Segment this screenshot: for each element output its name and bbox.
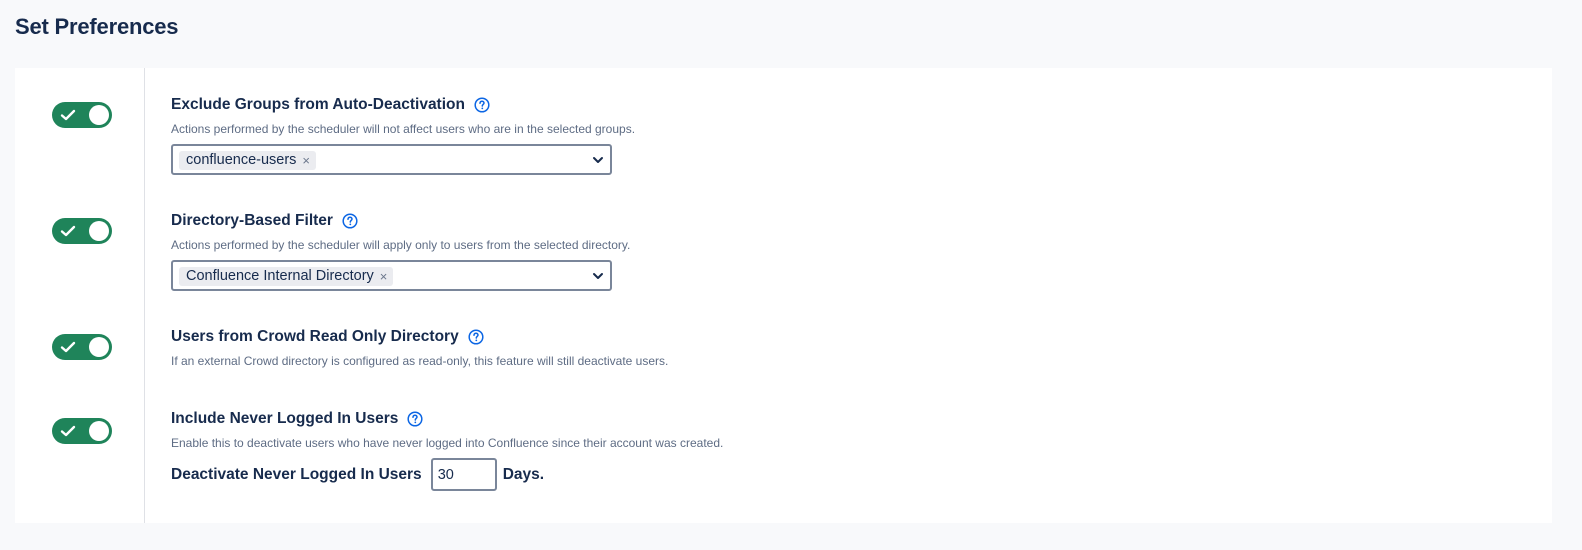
directory-filter-toggle[interactable] xyxy=(52,218,112,244)
selected-group-label: confluence-users xyxy=(186,152,297,168)
check-icon xyxy=(60,341,76,353)
check-icon xyxy=(60,109,76,121)
exclude-groups-select[interactable]: confluence-users × xyxy=(171,144,612,175)
preferences-panel: Exclude Groups from Auto-Deactivation Ac… xyxy=(15,68,1552,523)
selected-directory-label: Confluence Internal Directory xyxy=(186,268,374,284)
crowd-read-only-title: Users from Crowd Read Only Directory xyxy=(171,328,459,345)
exclude-groups-section: Exclude Groups from Auto-Deactivation Ac… xyxy=(171,96,635,175)
deactivate-days-label: Deactivate Never Logged In Users xyxy=(171,465,422,483)
selected-group-tag: confluence-users × xyxy=(179,151,317,170)
directory-filter-select[interactable]: Confluence Internal Directory × xyxy=(171,260,612,291)
toggle-knob xyxy=(89,221,109,241)
exclude-groups-toggle[interactable] xyxy=(52,102,112,128)
exclude-groups-description: Actions performed by the scheduler will … xyxy=(171,122,636,136)
chevron-down-icon[interactable] xyxy=(592,154,604,166)
check-icon xyxy=(60,225,76,237)
crowd-read-only-description: If an external Crowd directory is config… xyxy=(171,354,669,368)
chevron-down-icon[interactable] xyxy=(592,270,604,282)
selected-directory-tag: Confluence Internal Directory × xyxy=(179,267,394,286)
remove-tag-icon[interactable]: × xyxy=(302,151,310,170)
toggle-knob xyxy=(89,337,109,357)
crowd-read-only-section: Users from Crowd Read Only Directory If … xyxy=(171,328,668,368)
help-icon[interactable] xyxy=(407,411,423,427)
never-logged-in-section: Include Never Logged In Users Enable thi… xyxy=(171,410,723,491)
directory-filter-title: Directory-Based Filter xyxy=(171,212,333,229)
help-icon[interactable] xyxy=(474,97,490,113)
never-logged-in-description: Enable this to deactivate users who have… xyxy=(171,436,724,450)
directory-filter-description: Actions performed by the scheduler will … xyxy=(171,238,631,252)
days-suffix: Days. xyxy=(502,465,545,483)
exclude-groups-title: Exclude Groups from Auto-Deactivation xyxy=(171,96,465,113)
toggle-knob xyxy=(89,105,109,125)
check-icon xyxy=(60,425,76,437)
never-logged-in-title: Include Never Logged In Users xyxy=(171,410,399,427)
directory-filter-section: Directory-Based Filter Actions performed… xyxy=(171,212,630,291)
toggle-knob xyxy=(89,421,109,441)
help-icon[interactable] xyxy=(468,329,484,345)
crowd-read-only-toggle[interactable] xyxy=(52,334,112,360)
deactivate-days-row: Deactivate Never Logged In Users Days. xyxy=(171,458,723,491)
help-icon[interactable] xyxy=(342,213,358,229)
panel-divider xyxy=(144,68,145,523)
remove-tag-icon[interactable]: × xyxy=(380,267,388,286)
page-title: Set Preferences xyxy=(15,14,179,39)
deactivate-days-input[interactable] xyxy=(430,458,497,491)
never-logged-in-toggle[interactable] xyxy=(52,418,112,444)
